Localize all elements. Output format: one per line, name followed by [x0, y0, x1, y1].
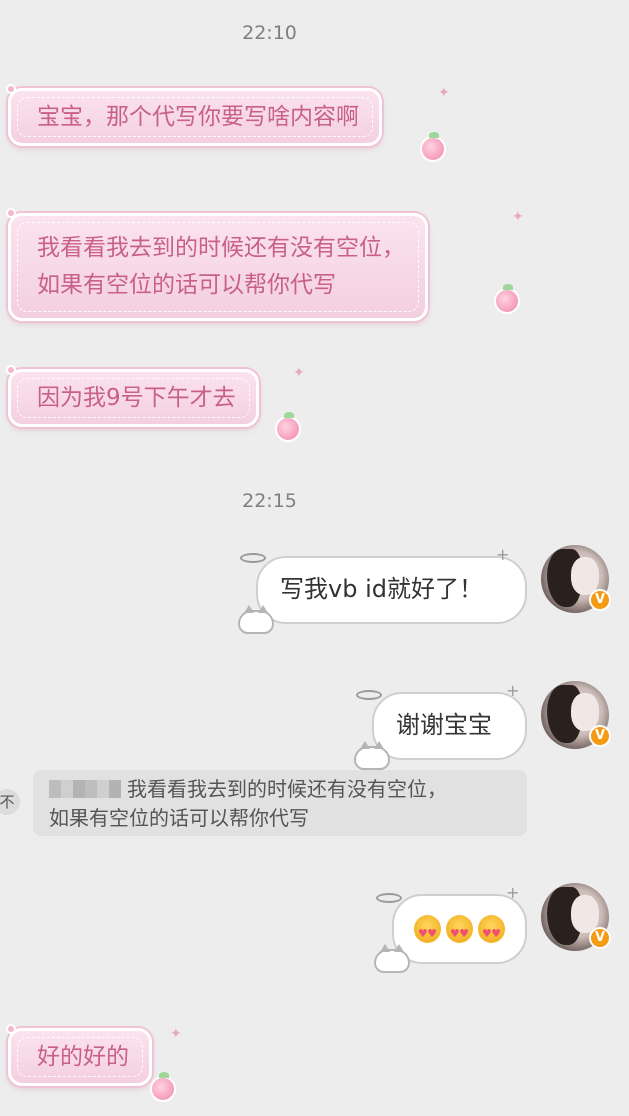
- pin-icon: [6, 84, 16, 94]
- plus-icon: +: [506, 681, 520, 700]
- message-text: 写我vb id就好了！: [280, 575, 483, 603]
- avatar[interactable]: V: [541, 545, 611, 613]
- cat-sticker-icon: [354, 741, 390, 770]
- heart-eyes-emoji-icon: [478, 915, 505, 949]
- incoming-message-bubble[interactable]: 因为我9号下午才去: [8, 369, 259, 427]
- quoted-message[interactable]: 我看看我去到的时候还有没有空位， 如果有空位的话可以帮你代写: [33, 770, 527, 836]
- plus-icon: +: [496, 545, 510, 564]
- strawberry-icon: [494, 284, 520, 314]
- quote-text: 我看看我去到的时候还有没有空位，: [127, 777, 447, 801]
- message-text: 宝宝，那个代写你要写啥内容啊: [37, 104, 359, 130]
- message-text: 谢谢宝宝: [396, 711, 492, 739]
- avatar[interactable]: V: [541, 681, 611, 749]
- halo-icon: [356, 690, 382, 700]
- verified-badge-icon: V: [589, 725, 611, 747]
- pin-icon: [6, 365, 16, 375]
- plus-icon: +: [506, 883, 520, 902]
- message-text: 好的好的: [37, 1044, 129, 1070]
- incoming-message-bubble[interactable]: 好的好的: [8, 1028, 152, 1086]
- heart-eyes-emoji-icon: [414, 915, 441, 949]
- quote-text: 如果有空位的话可以帮你代写: [49, 806, 309, 830]
- timestamp: 22:10: [242, 22, 297, 44]
- avatar[interactable]: V: [541, 883, 611, 951]
- strawberry-icon: [420, 132, 446, 162]
- message-text: 我看看我去到的时候还有没有空位，: [37, 235, 405, 261]
- halo-icon: [240, 553, 266, 563]
- verified-badge-icon: V: [589, 589, 611, 611]
- halo-icon: [376, 893, 402, 903]
- cat-sticker-icon: [238, 605, 274, 634]
- timestamp: 22:15: [242, 490, 297, 512]
- sparkle-icon: ✦: [438, 85, 450, 101]
- cat-sticker-icon: [374, 944, 410, 973]
- strawberry-icon: [275, 412, 301, 442]
- heart-eyes-emoji-icon: [446, 915, 473, 949]
- verified-badge-icon: V: [589, 927, 611, 949]
- sparkle-icon: ✦: [512, 209, 524, 225]
- outgoing-message-bubble[interactable]: 谢谢宝宝: [372, 692, 527, 760]
- incoming-message-bubble[interactable]: 宝宝，那个代写你要写啥内容啊: [8, 88, 382, 146]
- emoji-row: [414, 915, 505, 949]
- message-text: 如果有空位的话可以帮你代写: [37, 272, 336, 298]
- blurred-sender-name: [49, 780, 121, 798]
- pin-icon: [6, 1024, 16, 1034]
- partial-label: 不: [0, 789, 20, 815]
- message-text: 因为我9号下午才去: [37, 385, 236, 411]
- sparkle-icon: ✦: [170, 1026, 182, 1042]
- sparkle-icon: ✦: [293, 365, 305, 381]
- incoming-message-bubble[interactable]: 我看看我去到的时候还有没有空位， 如果有空位的话可以帮你代写: [8, 213, 428, 321]
- outgoing-message-bubble[interactable]: [392, 894, 527, 964]
- outgoing-message-bubble[interactable]: 写我vb id就好了！: [256, 556, 527, 624]
- strawberry-icon: [150, 1072, 176, 1102]
- pin-icon: [6, 208, 16, 218]
